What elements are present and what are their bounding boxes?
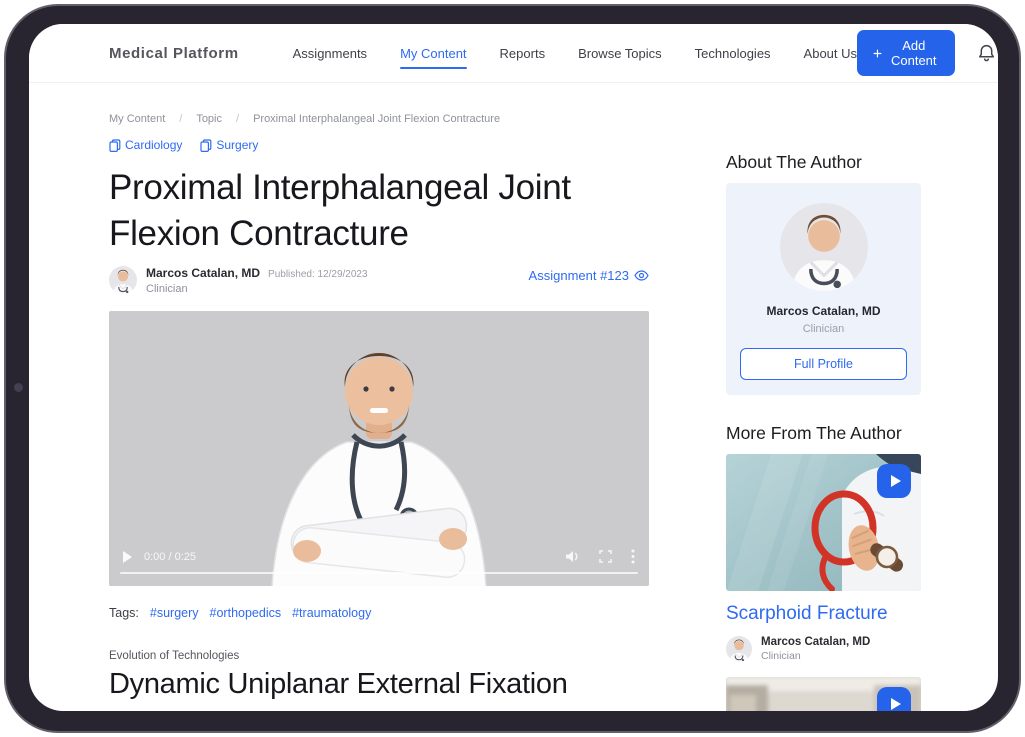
section-kicker: Evolution of Technologies — [109, 650, 649, 662]
article-column: My Content / Topic / Proximal Interphala… — [109, 83, 649, 711]
tag-orthopedics[interactable]: #orthopedics — [210, 606, 282, 620]
plus-icon — [873, 47, 882, 60]
related-author-byline: Marcos Catalan, MD Clinician — [726, 636, 921, 662]
play-button[interactable] — [877, 464, 911, 498]
tablet-frame: Medical Platform Assignments My Content … — [4, 4, 1021, 733]
related-author-avatar[interactable] — [726, 636, 752, 662]
nav-item-reports[interactable]: Reports — [500, 46, 546, 61]
nav-item-about-us[interactable]: About Us — [804, 46, 857, 61]
camera-dot — [14, 383, 23, 392]
related-author-role: Clinician — [761, 650, 870, 662]
nav-item-assignments[interactable]: Assignments — [293, 46, 367, 61]
tag-surgery[interactable]: #surgery — [150, 606, 199, 620]
author-card-avatar — [780, 203, 868, 291]
app-screen: Medical Platform Assignments My Content … — [29, 24, 998, 711]
app-logo[interactable]: Medical Platform — [109, 45, 239, 62]
category-links: Cardiology Surgery — [109, 138, 649, 152]
video-player[interactable]: 0:00 / 0:25 — [109, 311, 649, 586]
more-from-author-title: More From The Author — [726, 423, 921, 444]
related-video-thumbnail[interactable] — [726, 454, 921, 591]
published-date: Published: 12/29/2023 — [268, 269, 368, 280]
author-avatar[interactable] — [109, 266, 137, 294]
nav-item-technologies[interactable]: Technologies — [695, 46, 771, 61]
full-profile-button[interactable]: Full Profile — [740, 348, 907, 380]
eye-icon — [634, 270, 649, 281]
video-controls: 0:00 / 0:25 — [109, 549, 649, 564]
more-options-icon[interactable] — [631, 549, 635, 564]
related-article-link[interactable]: Scarphoid Fracture — [726, 603, 921, 625]
author-card: Marcos Catalan, MD Clinician Full Profil… — [726, 183, 921, 395]
sidebar: About The Author Marcos Catalan, MD Clin… — [726, 83, 921, 711]
fullscreen-icon[interactable] — [599, 550, 612, 563]
breadcrumb: My Content / Topic / Proximal Interphala… — [109, 113, 649, 125]
play-icon[interactable] — [123, 551, 132, 563]
notifications-bell-icon[interactable] — [977, 43, 996, 63]
breadcrumb-topic[interactable]: Topic — [196, 113, 222, 125]
breadcrumb-my-content[interactable]: My Content — [109, 113, 165, 125]
video-progress-bar[interactable] — [120, 572, 638, 574]
section-title: Dynamic Uniplanar External Fixation — [109, 668, 649, 701]
related-video-thumbnail-2[interactable] — [726, 677, 921, 711]
author-byline: Marcos Catalan, MD Published: 12/29/2023… — [109, 266, 649, 295]
author-card-name: Marcos Catalan, MD — [740, 304, 907, 318]
tags-label: Tags: — [109, 606, 139, 620]
play-button[interactable] — [877, 687, 911, 711]
page-body: My Content / Topic / Proximal Interphala… — [29, 83, 998, 711]
top-navigation: Medical Platform Assignments My Content … — [29, 24, 998, 83]
breadcrumb-current: Proximal Interphalangeal Joint Flexion C… — [253, 113, 500, 125]
assignment-link[interactable]: Assignment #123 — [529, 268, 649, 283]
video-time: 0:00 / 0:25 — [144, 551, 196, 563]
about-author-title: About The Author — [726, 152, 921, 173]
document-icon — [200, 139, 212, 152]
author-name: Marcos Catalan, MD — [146, 266, 260, 280]
nav-item-my-content[interactable]: My Content — [400, 46, 466, 61]
page-title: Proximal Interphalangeal Joint Flexion C… — [109, 165, 649, 257]
category-cardiology[interactable]: Cardiology — [109, 138, 182, 152]
add-content-button[interactable]: Add Content — [857, 30, 955, 76]
add-content-label: Add Content — [889, 38, 939, 68]
related-author-name: Marcos Catalan, MD — [761, 636, 870, 648]
volume-icon[interactable] — [565, 550, 580, 563]
main-nav: Assignments My Content Reports Browse To… — [293, 46, 857, 61]
document-icon — [109, 139, 121, 152]
category-surgery[interactable]: Surgery — [200, 138, 258, 152]
video-poster-doctor — [109, 311, 649, 586]
author-card-role: Clinician — [740, 323, 907, 335]
author-role: Clinician — [146, 283, 368, 295]
nav-item-browse-topics[interactable]: Browse Topics — [578, 46, 662, 61]
tags-row: Tags: #surgery #orthopedics #traumatolog… — [109, 606, 649, 620]
tag-traumatology[interactable]: #traumatology — [292, 606, 371, 620]
